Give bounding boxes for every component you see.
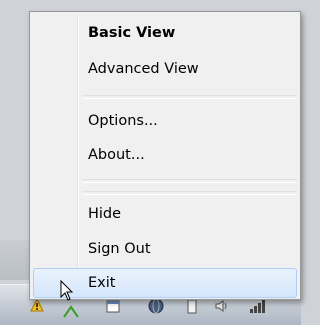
mouse-cursor-icon bbox=[60, 279, 76, 302]
menu-item-advanced-view[interactable]: Advanced View bbox=[33, 54, 297, 84]
menu-item-label: Hide bbox=[88, 206, 122, 222]
tray-context-menu: Basic View Advanced View Options... Abou… bbox=[29, 11, 301, 300]
menu-separator bbox=[82, 179, 297, 183]
menu-item-label: Sign Out bbox=[88, 241, 151, 257]
menu-item-label: Exit bbox=[88, 275, 116, 291]
menu-item-label: Basic View bbox=[88, 25, 176, 41]
menu-item-hide[interactable]: Hide bbox=[33, 199, 297, 229]
signal-icon[interactable] bbox=[62, 302, 80, 320]
menu-separator bbox=[82, 191, 297, 195]
menu-item-label: Options... bbox=[88, 113, 158, 129]
menu-item-about[interactable]: About... bbox=[33, 140, 297, 170]
menu-item-label: About... bbox=[88, 147, 145, 163]
menu-item-options[interactable]: Options... bbox=[33, 106, 297, 136]
menu-separator bbox=[82, 95, 297, 99]
menu-item-sign-out[interactable]: Sign Out bbox=[33, 234, 297, 264]
menu-item-label: Advanced View bbox=[88, 61, 199, 77]
menu-item-basic-view[interactable]: Basic View bbox=[33, 18, 297, 48]
